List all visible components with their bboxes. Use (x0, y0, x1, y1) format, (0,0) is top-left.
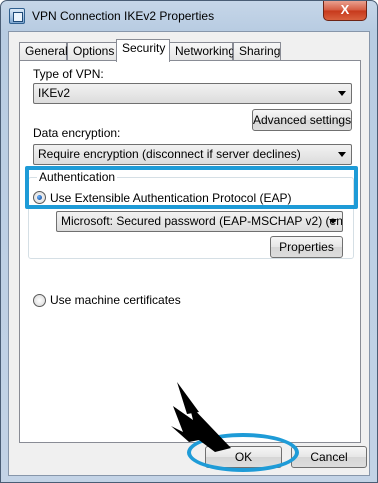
vpn-type-select[interactable]: IKEv2 (33, 83, 352, 104)
tab-sharing[interactable]: Sharing (233, 42, 281, 61)
machine-certificates-label[interactable]: Use machine certificates (50, 293, 181, 307)
pointer-arrow-icon (171, 382, 231, 452)
advanced-settings-button[interactable]: Advanced settings (252, 109, 352, 131)
eap-method-select[interactable]: Microsoft: Secured password (EAP-MSCHAP … (56, 211, 343, 232)
encryption-select[interactable]: Require encryption (disconnect if server… (33, 144, 352, 165)
vpn-type-value: IKEv2 (38, 86, 71, 100)
close-button[interactable]: X (323, 1, 367, 21)
properties-window: VPN Connection IKEv2 Properties X Genera… (0, 0, 378, 483)
cancel-button[interactable]: Cancel (291, 446, 367, 468)
machine-certificates-radio[interactable] (33, 294, 46, 307)
tab-security[interactable]: Security (116, 39, 170, 62)
eap-method-value: Microsoft: Secured password (EAP-MSCHAP … (61, 214, 343, 228)
tab-options[interactable]: Options (67, 42, 117, 61)
eap-radio[interactable] (33, 191, 46, 204)
dropdown-arrow-icon (338, 91, 346, 96)
encryption-label: Data encryption: (33, 126, 121, 140)
eap-option-label[interactable]: Use Extensible Authentication Protocol (… (50, 191, 291, 205)
encryption-value: Require encryption (disconnect if server… (38, 147, 301, 161)
vpn-type-label: Type of VPN: (33, 67, 104, 81)
authentication-group-title: Authentication (37, 170, 118, 184)
tab-general[interactable]: General (19, 42, 68, 61)
close-icon: X (340, 2, 350, 17)
title-bar[interactable]: VPN Connection IKEv2 Properties X (1, 1, 377, 31)
properties-button[interactable]: Properties (270, 236, 343, 258)
dropdown-arrow-icon (338, 152, 346, 157)
dropdown-arrow-icon (329, 219, 337, 224)
window-title: VPN Connection IKEv2 Properties (32, 9, 215, 23)
window-icon (9, 8, 25, 24)
tab-networking[interactable]: Networking (169, 42, 235, 61)
